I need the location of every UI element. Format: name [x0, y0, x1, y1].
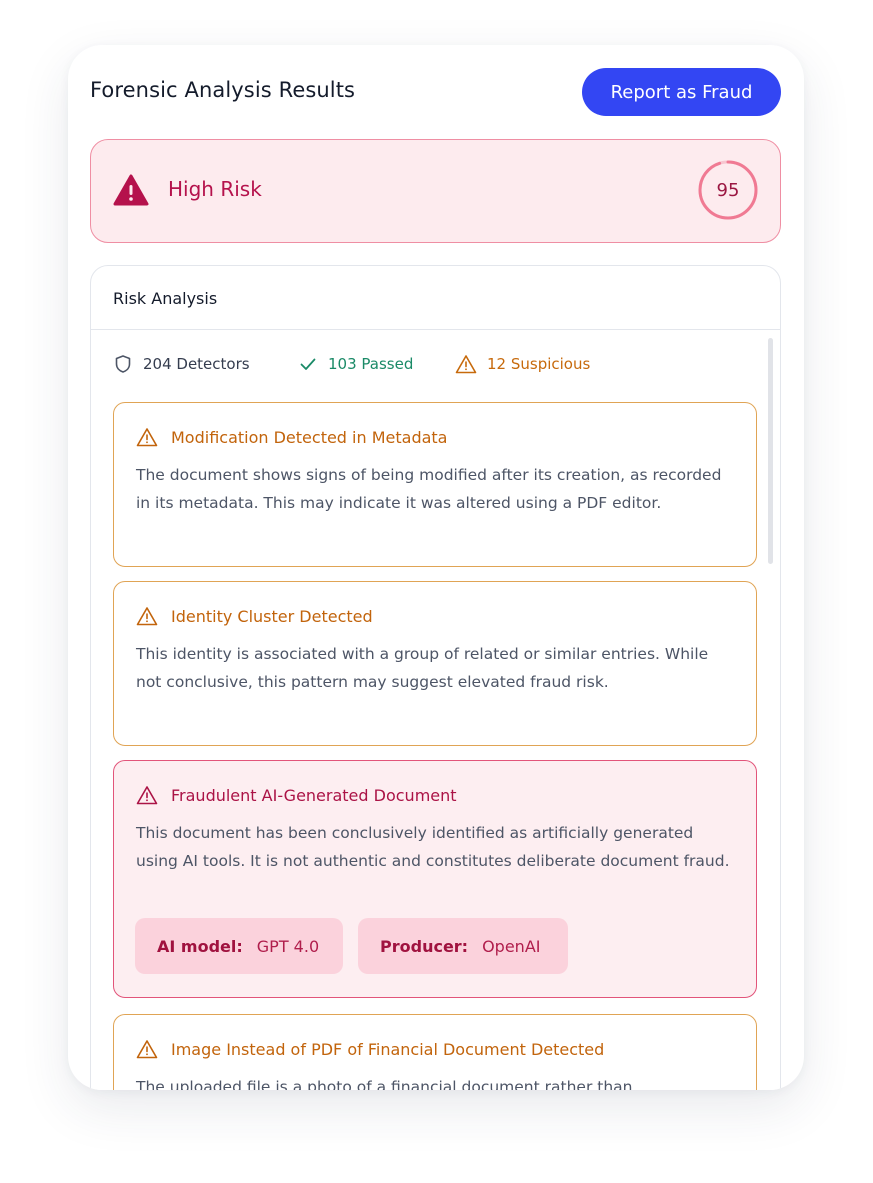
checkmark-icon [300, 358, 316, 370]
shield-icon [115, 355, 131, 373]
warning-outline-icon [136, 607, 158, 626]
finding-description: The uploaded file is a photo of a financ… [136, 1078, 633, 1090]
chip-key: Producer: [380, 936, 469, 956]
warning-outline-icon [136, 1040, 158, 1059]
chip-key: AI model: [157, 936, 243, 956]
warning-outline-icon [136, 428, 158, 447]
warning-outline-icon [455, 355, 477, 374]
risk-score-value: 95 [716, 179, 740, 201]
finding-title: Fraudulent AI-Generated Document [171, 786, 457, 805]
stat-suspicious: 12 Suspicious [455, 354, 590, 374]
finding-title: Modification Detected in Metadata [171, 428, 448, 447]
panel-title: Risk Analysis [113, 289, 218, 308]
finding-description: This document has been conclusively iden… [136, 824, 730, 870]
page-title: Forensic Analysis Results [90, 78, 356, 102]
stats-row: 204 Detectors 103 Passed 12 Suspicious [113, 354, 780, 378]
stat-detectors-label: 204 Detectors [143, 355, 250, 373]
forensic-results-card: Forensic Analysis Results Report as Frau… [68, 45, 804, 1090]
finding-card[interactable]: Image Instead of PDF of Financial Docume… [113, 1014, 757, 1090]
finding-description: The document shows signs of being modifi… [136, 466, 722, 512]
stat-suspicious-label: 12 Suspicious [487, 355, 591, 373]
finding-card[interactable]: Modification Detected in Metadata The do… [113, 402, 757, 567]
stat-passed-label: 103 Passed [328, 355, 414, 373]
finding-card[interactable]: Identity Cluster Detected This identity … [113, 581, 757, 746]
warning-outline-icon [136, 786, 158, 805]
chip-value: OpenAI [482, 936, 541, 956]
stat-passed: 103 Passed [298, 354, 413, 374]
report-fraud-button[interactable]: Report as Fraud [582, 68, 781, 116]
warning-triangle-icon [113, 174, 149, 206]
finding-description: This identity is associated with a group… [136, 645, 709, 691]
stat-detectors: 204 Detectors [113, 354, 250, 374]
finding-title: Identity Cluster Detected [171, 607, 373, 626]
producer-chip: Producer: OpenAI [358, 918, 568, 974]
risk-level-label: High Risk [168, 177, 262, 201]
finding-title: Image Instead of PDF of Financial Docume… [171, 1040, 605, 1059]
finding-card-critical[interactable]: Fraudulent AI-Generated Document This do… [113, 760, 757, 998]
panel-header: Risk Analysis [91, 266, 780, 330]
risk-level-banner: High Risk 95 [90, 139, 781, 243]
chip-value: GPT 4.0 [256, 936, 320, 956]
risk-analysis-panel: Risk Analysis 204 Detectors 103 Passed 1… [90, 265, 781, 1090]
ai-model-chip: AI model: GPT 4.0 [135, 918, 343, 974]
